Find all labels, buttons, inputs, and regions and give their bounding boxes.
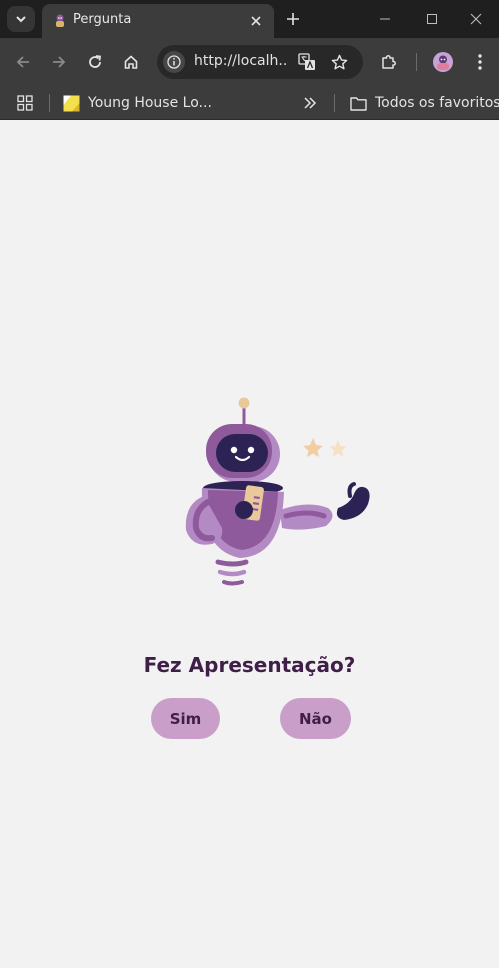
- back-button[interactable]: [11, 50, 35, 74]
- browser-tab[interactable]: Pergunta: [42, 4, 274, 38]
- tab-close-button[interactable]: [246, 11, 266, 31]
- bookmark-young-house[interactable]: Young House Lo...: [63, 90, 212, 116]
- yes-button[interactable]: Sim: [151, 698, 220, 739]
- browser-menu-button[interactable]: [468, 50, 492, 74]
- double-chevron-right-icon: [304, 97, 317, 109]
- address-bar[interactable]: http://localh...: [157, 45, 363, 79]
- question-text: Fez Apresentação?: [143, 653, 356, 677]
- forward-button[interactable]: [47, 50, 71, 74]
- home-icon: [124, 55, 138, 69]
- folder-icon: [350, 96, 367, 111]
- maximize-icon: [427, 14, 437, 24]
- all-bookmarks-button[interactable]: Todos os favoritos: [350, 90, 499, 116]
- bookmark-star-button[interactable]: [328, 51, 350, 73]
- window-close-button[interactable]: [465, 8, 487, 30]
- arrow-right-icon: [53, 56, 66, 68]
- bookmark-label: Young House Lo...: [88, 95, 212, 111]
- translate-icon: [298, 53, 315, 70]
- arrow-left-icon: [16, 56, 29, 68]
- page-content: Fez Apresentação? Sim Não: [0, 120, 499, 968]
- robot-favicon-icon: [56, 14, 64, 27]
- tab-title: Pergunta: [73, 12, 132, 27]
- reload-button[interactable]: [83, 50, 107, 74]
- bookmarks-divider: [334, 94, 335, 112]
- no-button[interactable]: Não: [280, 698, 351, 739]
- chevron-down-icon: [16, 16, 26, 23]
- maximize-button[interactable]: [421, 8, 443, 30]
- more-vertical-icon: [478, 54, 482, 70]
- home-button[interactable]: [119, 50, 143, 74]
- close-icon: [251, 16, 261, 26]
- avatar: [433, 52, 453, 72]
- reload-icon: [89, 55, 102, 68]
- all-bookmarks-label: Todos os favoritos: [375, 95, 499, 111]
- toolbar-divider: [416, 53, 417, 71]
- url-text: http://localh...: [194, 53, 286, 69]
- site-info-button[interactable]: [163, 51, 185, 73]
- bookmarks-divider: [49, 94, 50, 112]
- tab-search-button[interactable]: [7, 6, 35, 32]
- tab-strip: Pergunta: [0, 0, 499, 38]
- minimize-icon: [380, 18, 390, 20]
- bookmark-favicon-icon: [63, 95, 80, 111]
- new-tab-button[interactable]: [283, 9, 303, 29]
- translate-button[interactable]: [296, 51, 318, 73]
- puzzle-icon: [382, 55, 396, 69]
- extensions-button[interactable]: [377, 50, 401, 74]
- bookmarks-bar: Young House Lo... Todos os favoritos: [0, 86, 499, 120]
- apps-button[interactable]: [17, 90, 33, 116]
- robot-illustration: [185, 397, 370, 586]
- star-icon: [331, 54, 347, 69]
- browser-toolbar: http://localh...: [0, 38, 499, 86]
- info-icon: [167, 55, 181, 69]
- plus-icon: [287, 13, 299, 25]
- close-icon: [470, 13, 482, 25]
- bookmarks-overflow-button[interactable]: [303, 90, 317, 116]
- apps-grid-icon: [17, 95, 33, 111]
- minimize-button[interactable]: [374, 8, 396, 30]
- profile-button[interactable]: [431, 50, 455, 74]
